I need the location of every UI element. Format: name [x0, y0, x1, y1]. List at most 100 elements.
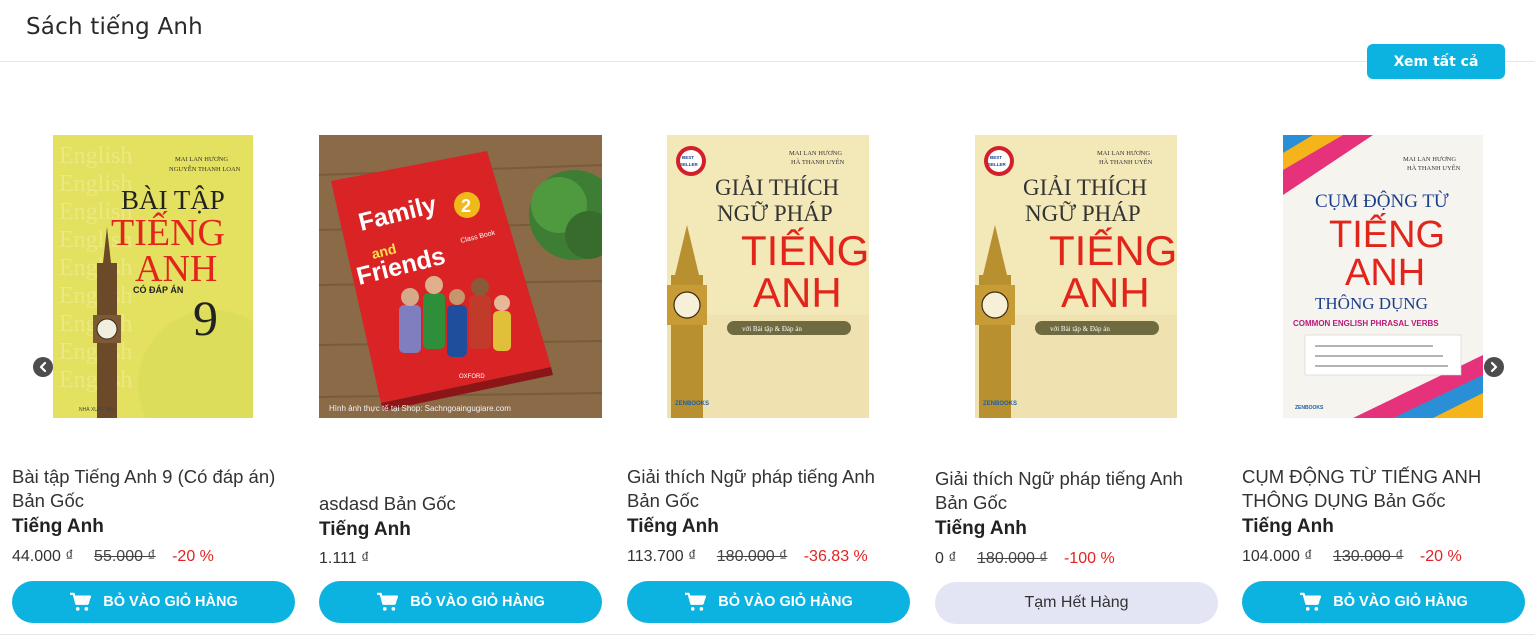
svg-text:GIẢI THÍCH: GIẢI THÍCH	[1023, 175, 1147, 200]
product-category: Tiếng Anh	[935, 518, 1027, 539]
price-row: 104.000 ₫ 130.000 ₫ -20 %	[1242, 548, 1462, 566]
product-name[interactable]: asdasd Bản Gốc	[319, 492, 602, 516]
svg-text:TIẾNG: TIẾNG	[741, 227, 869, 274]
svg-text:HÀ THANH UYÊN: HÀ THANH UYÊN	[1099, 158, 1153, 166]
svg-text:với Bài tập & Đáp án: với Bài tập & Đáp án	[742, 325, 802, 333]
svg-text:MAI LAN HƯƠNG: MAI LAN HƯƠNG	[1097, 150, 1150, 157]
svg-text:SELLER: SELLER	[680, 162, 699, 167]
svg-text:HÀ THANH UYÊN: HÀ THANH UYÊN	[1407, 164, 1461, 172]
product-image[interactable]: BEST SELLER MAI LAN HƯƠNG HÀ THANH UYÊN …	[975, 135, 1177, 418]
svg-text:NGỮ PHÁP: NGỮ PHÁP	[1025, 200, 1141, 226]
chevron-right-icon	[1490, 361, 1498, 373]
svg-text:THÔNG DỤNG: THÔNG DỤNG	[1315, 294, 1428, 313]
add-to-cart-label: BỎ VÀO GIỎ HÀNG	[718, 594, 853, 610]
bottom-divider	[0, 634, 1535, 635]
svg-text:OXFORD: OXFORD	[459, 374, 485, 380]
out-of-stock-button[interactable]: Tạm Hết Hàng	[935, 582, 1218, 624]
current-price: 0 ₫	[935, 550, 957, 567]
cart-icon	[1300, 592, 1322, 611]
discount-percent: -20 %	[172, 548, 214, 565]
svg-text:English: English	[59, 367, 132, 393]
original-price: 180.000 ₫	[716, 548, 788, 565]
svg-text:BEST: BEST	[682, 155, 694, 160]
cart-icon	[70, 592, 92, 611]
svg-text:COMMON ENGLISH PHRASAL VERBS: COMMON ENGLISH PHRASAL VERBS	[1293, 319, 1439, 328]
current-price: 104.000 ₫	[1242, 548, 1313, 565]
svg-text:MAI LAN HƯƠNG: MAI LAN HƯƠNG	[789, 150, 842, 157]
svg-text:TIẾNG: TIẾNG	[1329, 212, 1445, 256]
product-category: Tiếng Anh	[1242, 516, 1334, 537]
section-title: Sách tiếng Anh	[26, 14, 203, 40]
svg-text:HÀ THANH UYÊN: HÀ THANH UYÊN	[791, 158, 845, 166]
svg-text:ZENBOOKS: ZENBOOKS	[983, 401, 1017, 407]
product-image[interactable]: English English English English English Engl…	[53, 135, 253, 418]
product-card[interactable]: BEST SELLER MAI LAN HƯƠNG HÀ THANH UYÊN …	[627, 135, 910, 635]
svg-text:TIẾNG: TIẾNG	[1049, 227, 1177, 274]
product-card[interactable]: MAI LAN HƯƠNG HÀ THANH UYÊN CỤM ĐỘNG TỪ …	[1242, 135, 1525, 635]
svg-text:BÀI TẬP: BÀI TẬP	[121, 185, 225, 215]
svg-text:CỤM ĐỘNG TỪ: CỤM ĐỘNG TỪ	[1315, 190, 1449, 212]
discount-percent: -100 %	[1063, 550, 1115, 567]
product-category: Tiếng Anh	[627, 516, 719, 537]
svg-text:9: 9	[193, 290, 218, 346]
svg-text:CÓ ĐÁP ÁN: CÓ ĐÁP ÁN	[133, 284, 183, 295]
svg-text:ANH: ANH	[753, 269, 842, 316]
chevron-left-icon	[39, 361, 47, 373]
current-price: 113.700 ₫	[627, 548, 697, 565]
out-of-stock-label: Tạm Hết Hàng	[1024, 594, 1129, 611]
discount-percent: -36.83 %	[803, 548, 868, 565]
product-card[interactable]: English English English English English Engl…	[12, 135, 295, 635]
svg-text:Hình ảnh thực tế tại Shop: Sac: Hình ảnh thực tế tại Shop: Sachngoaingug…	[329, 404, 511, 413]
carousel-next-button[interactable]	[1484, 357, 1504, 377]
product-name[interactable]: Giải thích Ngữ pháp tiếng Anh Bản Gốc	[935, 467, 1218, 515]
product-card[interactable]: BEST SELLER MAI LAN HƯƠNG HÀ THANH UYÊN …	[935, 135, 1218, 635]
add-to-cart-button[interactable]: BỎ VÀO GIỎ HÀNG	[319, 581, 602, 623]
svg-text:ANH: ANH	[1345, 252, 1425, 294]
product-image[interactable]: Family and Friends 2 Class Book OXFORD H…	[319, 135, 602, 418]
add-to-cart-button[interactable]: BỎ VÀO GIỎ HÀNG	[627, 581, 910, 623]
add-to-cart-label: BỎ VÀO GIỎ HÀNG	[410, 594, 545, 610]
add-to-cart-button[interactable]: BỎ VÀO GIỎ HÀNG	[1242, 581, 1525, 623]
current-price: 1.111 ₫	[319, 550, 370, 567]
cart-icon	[685, 592, 707, 611]
product-category: Tiếng Anh	[12, 516, 104, 537]
svg-text:ANH: ANH	[1061, 269, 1150, 316]
product-image[interactable]: BEST SELLER MAI LAN HƯƠNG HÀ THANH UYÊN …	[667, 135, 869, 418]
svg-text:NGUYỄN THANH LOAN: NGUYỄN THANH LOAN	[169, 165, 241, 173]
add-to-cart-button[interactable]: BỎ VÀO GIỎ HÀNG	[12, 581, 295, 623]
price-row: 44.000 ₫ 55.000 ₫ -20 %	[12, 548, 214, 566]
product-name[interactable]: CỤM ĐỘNG TỪ TIẾNG ANH THÔNG DỤNG Bản Gốc	[1242, 465, 1525, 513]
price-row: 1.111 ₫	[319, 550, 369, 568]
svg-text:BEST: BEST	[990, 155, 1002, 160]
svg-text:2: 2	[461, 196, 471, 216]
svg-text:MAI LAN HƯƠNG: MAI LAN HƯƠNG	[1403, 156, 1456, 163]
product-name[interactable]: Giải thích Ngữ pháp tiếng Anh Bản Gốc	[627, 465, 910, 513]
title-divider	[0, 61, 1535, 62]
product-name[interactable]: Bài tập Tiếng Anh 9 (Có đáp án) Bản Gốc	[12, 465, 295, 513]
original-price: 180.000 ₫	[977, 550, 1048, 567]
current-price: 44.000 ₫	[12, 548, 74, 565]
svg-text:English: English	[59, 143, 132, 169]
product-category: Tiếng Anh	[319, 519, 411, 540]
svg-text:với Bài tập & Đáp án: với Bài tập & Đáp án	[1050, 325, 1110, 333]
view-all-button[interactable]: Xem tất cả	[1367, 44, 1505, 79]
cart-icon	[377, 592, 399, 611]
svg-text:SELLER: SELLER	[988, 162, 1007, 167]
svg-text:ZENBOOKS: ZENBOOKS	[1295, 405, 1324, 411]
carousel-prev-button[interactable]	[33, 357, 53, 377]
svg-text:English: English	[59, 283, 132, 309]
original-price: 130.000 ₫	[1332, 548, 1404, 565]
product-card[interactable]: Family and Friends 2 Class Book OXFORD H…	[319, 135, 602, 635]
price-row: 113.700 ₫ 180.000 ₫ -36.83 %	[627, 548, 868, 566]
svg-text:ANH: ANH	[135, 248, 217, 290]
svg-text:MAI LAN HƯƠNG: MAI LAN HƯƠNG	[175, 156, 228, 163]
original-price: 55.000 ₫	[94, 548, 156, 565]
product-image[interactable]: MAI LAN HƯƠNG HÀ THANH UYÊN CỤM ĐỘNG TỪ …	[1283, 135, 1483, 418]
add-to-cart-label: BỎ VÀO GIỎ HÀNG	[1333, 594, 1468, 610]
add-to-cart-label: BỎ VÀO GIỎ HÀNG	[103, 594, 238, 610]
svg-text:NGỮ PHÁP: NGỮ PHÁP	[717, 200, 833, 226]
discount-percent: -20 %	[1419, 548, 1462, 565]
svg-text:ZENBOOKS: ZENBOOKS	[675, 401, 709, 407]
price-row: 0 ₫ 180.000 ₫ -100 %	[935, 550, 1115, 568]
svg-text:GIẢI THÍCH: GIẢI THÍCH	[715, 175, 839, 200]
